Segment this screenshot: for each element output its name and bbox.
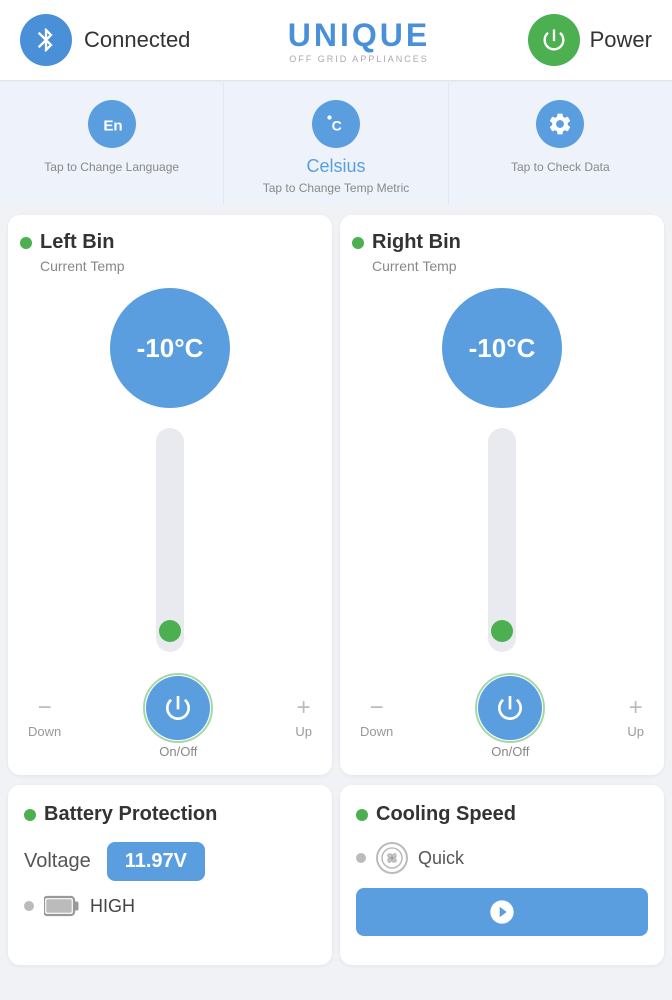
right-bin-slider-thumb [491, 620, 513, 642]
right-bin-up-label: Up [627, 724, 644, 739]
cooling-speed-button[interactable] [356, 888, 648, 936]
left-bin-power-button[interactable] [146, 676, 210, 740]
right-bin-down-label: Down [360, 724, 393, 739]
celsius-label: Celsius [306, 156, 365, 177]
right-bin-header: Right Bin [352, 231, 461, 254]
data-label: Tap to Check Data [511, 160, 610, 174]
left-bin-temp-circle: -10°C [110, 288, 230, 408]
left-bin-up-button[interactable]: + Up [287, 692, 320, 743]
connection-area: Connected [20, 14, 190, 66]
temp-control[interactable]: C Celsius Tap to Change Temp Metric [224, 82, 448, 205]
left-bin-title: Left Bin [40, 231, 114, 254]
right-bin-title: Right Bin [372, 231, 461, 254]
left-bin-temp: -10°C [137, 333, 204, 364]
battery-icon [44, 895, 80, 917]
bottom-container: Battery Protection Voltage 11.97V HIGH C… [0, 785, 672, 973]
left-bin-header: Left Bin [20, 231, 114, 254]
right-bin-subtitle: Current Temp [372, 258, 457, 274]
left-bin-controls: − Down On/Off + Up [20, 676, 320, 759]
power-button[interactable] [528, 14, 580, 66]
gear-icon-circle [536, 100, 584, 148]
logo-sub: OFF GRID APPLIANCES [289, 54, 429, 64]
left-bin-subtitle: Current Temp [40, 258, 125, 274]
logo-area: UNIQUE OFF GRID APPLIANCES [288, 17, 430, 64]
cooling-card: Cooling Speed Quick [340, 785, 664, 965]
left-bin-status-dot [20, 237, 32, 249]
temp-label: Tap to Change Temp Metric [263, 181, 410, 195]
right-bin-controls: − Down On/Off + Up [352, 676, 652, 759]
battery-card: Battery Protection Voltage 11.97V HIGH [8, 785, 332, 965]
left-bin-slider-container[interactable] [20, 428, 320, 652]
plus-icon: + [297, 696, 311, 720]
svg-text:En: En [103, 118, 122, 135]
speed-dot [356, 853, 366, 863]
control-bar: En Tap to Change Language C Celsius Tap … [0, 82, 672, 205]
minus-icon: − [38, 696, 52, 720]
language-icon-circle: En [88, 100, 136, 148]
voltage-label: Voltage [24, 850, 91, 873]
cooling-status-dot [356, 809, 368, 821]
left-bin-down-label: Down [28, 724, 61, 739]
left-bin-card: Left Bin Current Temp -10°C − Down On/O [8, 215, 332, 775]
level-dot [24, 901, 34, 911]
right-bin-down-button[interactable]: − Down [352, 692, 401, 743]
voltage-row: Voltage 11.97V [24, 842, 316, 881]
protection-level-text: HIGH [90, 896, 135, 917]
temp-icon-circle: C [312, 100, 360, 148]
data-control[interactable]: Tap to Check Data [449, 82, 672, 205]
left-bin-onoff-label: On/Off [159, 744, 197, 759]
left-bin-slider-thumb [159, 620, 181, 642]
right-bin-up-button[interactable]: + Up [619, 692, 652, 743]
plus-icon: + [629, 696, 643, 720]
header: Connected UNIQUE OFF GRID APPLIANCES Pow… [0, 0, 672, 80]
bluetooth-icon [20, 14, 72, 66]
right-bin-slider-container[interactable] [352, 428, 652, 652]
right-bin-slider[interactable] [488, 428, 516, 652]
battery-card-header: Battery Protection [24, 803, 316, 826]
speed-row: Quick [356, 842, 648, 874]
cooling-card-header: Cooling Speed [356, 803, 648, 826]
fan-icon [376, 842, 408, 874]
voltage-value: 11.97V [107, 842, 205, 881]
right-bin-status-dot [352, 237, 364, 249]
cooling-title: Cooling Speed [376, 803, 516, 826]
right-bin-power-button[interactable] [478, 676, 542, 740]
power-label: Power [590, 27, 652, 53]
language-label: Tap to Change Language [44, 160, 179, 174]
battery-title: Battery Protection [44, 803, 217, 826]
battery-status-dot [24, 809, 36, 821]
right-bin-card: Right Bin Current Temp -10°C − Down On/ [340, 215, 664, 775]
language-control[interactable]: En Tap to Change Language [0, 82, 224, 205]
left-bin-down-button[interactable]: − Down [20, 692, 69, 743]
speed-label: Quick [418, 848, 464, 869]
left-bin-up-label: Up [295, 724, 312, 739]
right-bin-power-col: On/Off [478, 676, 542, 759]
left-bin-power-col: On/Off [146, 676, 210, 759]
svg-text:C: C [332, 118, 342, 134]
connected-label: Connected [84, 27, 190, 53]
power-area[interactable]: Power [528, 14, 652, 66]
minus-icon: − [370, 696, 384, 720]
logo-main: UNIQUE [288, 17, 430, 54]
bins-container: Left Bin Current Temp -10°C − Down On/O [0, 205, 672, 785]
protection-level-row: HIGH [24, 895, 316, 917]
left-bin-slider[interactable] [156, 428, 184, 652]
right-bin-onoff-label: On/Off [491, 744, 529, 759]
right-bin-temp: -10°C [469, 333, 536, 364]
right-bin-temp-circle: -10°C [442, 288, 562, 408]
